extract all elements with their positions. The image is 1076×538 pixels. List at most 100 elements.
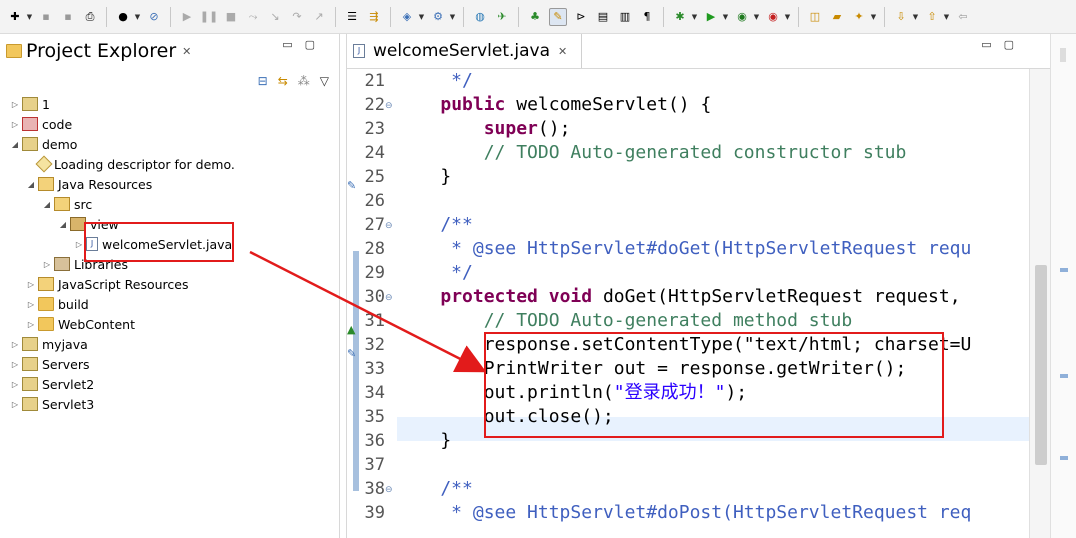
expanded-arrow-icon[interactable]: ◢ (10, 140, 20, 149)
open-type-icon[interactable]: ◫ (807, 9, 823, 25)
new-class-icon[interactable]: ⚙ (430, 9, 446, 25)
tree-item-1[interactable]: ▷ 1 (10, 94, 50, 114)
previous-annotation-icon[interactable]: ⇧ (924, 9, 940, 25)
tree-item-build[interactable]: ▷ build (26, 294, 89, 314)
print-icon[interactable]: ⎙ (82, 9, 98, 25)
collapsed-arrow-icon[interactable]: ▷ (10, 400, 20, 409)
code-line[interactable]: super(); (397, 117, 571, 141)
code-line[interactable]: */ (397, 261, 473, 285)
tree-item-demo[interactable]: ◢ demo (10, 134, 78, 154)
link-with-editor-icon[interactable]: ⇆ (278, 74, 288, 88)
new-dropdown-icon[interactable]: ▼ (26, 9, 33, 25)
block-selection-icon[interactable]: ▤ (595, 9, 611, 25)
tree-item-servers[interactable]: ▷ Servers (10, 354, 90, 374)
maximize-icon[interactable]: ▢ (1004, 38, 1026, 51)
code-line[interactable]: */ (397, 69, 473, 93)
disconnect-icon[interactable]: ⤳ (245, 9, 261, 25)
run-dropdown-icon[interactable]: ▼ (722, 9, 729, 25)
debug-dropdown-icon[interactable]: ▼ (691, 9, 698, 25)
new-project-dropdown-icon[interactable]: ▼ (418, 9, 425, 25)
step-over-icon[interactable]: ↷ (289, 9, 305, 25)
profile-dropdown-icon[interactable]: ▼ (134, 9, 141, 25)
coverage-dropdown-icon[interactable]: ▼ (753, 9, 760, 25)
open-task-icon[interactable]: ☰ (344, 9, 360, 25)
code-line[interactable]: /** (397, 477, 473, 501)
tree-item-code[interactable]: ▷ code (10, 114, 72, 134)
close-icon[interactable]: ✕ (558, 45, 567, 58)
back-icon[interactable]: ⇦ (955, 9, 971, 25)
next-annotation-dropdown-icon[interactable]: ▼ (912, 9, 919, 25)
run-icon[interactable]: ▶ (703, 9, 719, 25)
code-line[interactable]: /** (397, 213, 473, 237)
expanded-arrow-icon[interactable]: ◢ (26, 180, 36, 189)
fold-toggle-icon[interactable]: ⊖ (385, 485, 393, 495)
skip-breakpoints-icon[interactable]: ⊘ (146, 9, 162, 25)
overview-mark[interactable] (1060, 268, 1068, 272)
run-on-server-icon[interactable]: ✈ (494, 9, 510, 25)
terminate-icon[interactable]: ■ (223, 9, 239, 25)
code-line[interactable]: public welcomeServlet() { (397, 93, 711, 117)
mark-occurrences-icon[interactable]: ⊳ (573, 9, 589, 25)
overview-ruler[interactable] (1050, 34, 1076, 538)
next-annotation-icon[interactable]: ⇩ (893, 9, 909, 25)
tree-item-myjava[interactable]: ▷ myjava (10, 334, 88, 354)
collapse-all-icon[interactable]: ⊟ (258, 74, 268, 88)
tree-item-servlet3[interactable]: ▷ Servlet3 (10, 394, 94, 414)
globe-icon[interactable]: ◍ (472, 9, 488, 25)
code-line[interactable]: } (397, 429, 451, 453)
collapsed-arrow-icon[interactable]: ▷ (42, 260, 52, 269)
step-into-icon[interactable]: ↘ (267, 9, 283, 25)
new-project-icon[interactable]: ◈ (399, 9, 415, 25)
new-class-dropdown-icon[interactable]: ▼ (449, 9, 456, 25)
maximize-icon[interactable]: ▢ (305, 38, 327, 51)
fold-toggle-icon[interactable]: ⊖ (385, 101, 393, 111)
profile-icon[interactable]: ● (115, 9, 131, 25)
tree-item-webcontent[interactable]: ▷ WebContent (26, 314, 135, 334)
outline-tab-icon[interactable] (1060, 48, 1066, 62)
code-line[interactable]: // TODO Auto-generated constructor stub (397, 141, 907, 165)
deploy-icon[interactable]: ⇶ (366, 9, 382, 25)
expanded-arrow-icon[interactable]: ◢ (58, 220, 68, 229)
overview-mark[interactable] (1060, 374, 1068, 378)
coverage-icon[interactable]: ◉ (734, 9, 750, 25)
collapsed-arrow-icon[interactable]: ▷ (10, 120, 20, 129)
code-line[interactable]: * @see HttpServlet#doPost(HttpServletReq… (397, 501, 971, 525)
word-wrap-icon[interactable]: ▥ (617, 9, 633, 25)
resume-icon[interactable]: ▶ (179, 9, 195, 25)
code-line[interactable]: * @see HttpServlet#doGet(HttpServletRequ… (397, 237, 971, 261)
scrollbar-thumb[interactable] (1035, 265, 1047, 465)
search-dropdown-icon[interactable]: ▼ (870, 9, 877, 25)
step-return-icon[interactable]: ↗ (311, 9, 327, 25)
open-folder-icon[interactable]: ▰ (829, 9, 845, 25)
external-tools-dropdown-icon[interactable]: ▼ (784, 9, 791, 25)
collapsed-arrow-icon[interactable]: ▷ (74, 240, 84, 249)
show-whitespace-icon[interactable]: ¶ (639, 9, 655, 25)
code-line[interactable]: // TODO Auto-generated method stub (397, 309, 852, 333)
search-icon[interactable]: ✦ (851, 9, 867, 25)
collapsed-arrow-icon[interactable]: ▷ (10, 100, 20, 109)
external-tools-icon[interactable]: ◉ (765, 9, 781, 25)
previous-annotation-dropdown-icon[interactable]: ▼ (943, 9, 950, 25)
view-menu-icon[interactable]: ▽ (320, 74, 329, 88)
suspend-icon[interactable]: ❚❚ (200, 9, 218, 25)
tree-item-servlet2[interactable]: ▷ Servlet2 (10, 374, 94, 394)
code-area[interactable]: ✎ ▲ ✎ 21 */22 ⊖ public welcomeServlet() {… (347, 68, 1051, 538)
tree-item-loading-descriptor[interactable]: Loading descriptor for demo. (35, 154, 235, 174)
debug-icon[interactable]: ✱ (672, 9, 688, 25)
new-icon[interactable]: ✚ (7, 9, 23, 25)
save-all-icon[interactable]: ▪ (60, 9, 76, 25)
close-icon[interactable]: ✕ (182, 45, 191, 58)
save-icon[interactable]: ▪ (38, 9, 54, 25)
vertical-scrollbar[interactable] (1029, 69, 1051, 538)
code-line[interactable]: protected void doGet(HttpServletRequest … (397, 285, 960, 309)
filter-icon[interactable]: ⁂ (298, 74, 310, 88)
fold-toggle-icon[interactable]: ⊖ (385, 221, 393, 231)
project-explorer-tab[interactable]: Project Explorer ✕ (0, 34, 200, 68)
collapsed-arrow-icon[interactable]: ▷ (26, 320, 36, 329)
collapsed-arrow-icon[interactable]: ▷ (26, 280, 36, 289)
collapsed-arrow-icon[interactable]: ▷ (10, 340, 20, 349)
collapsed-arrow-icon[interactable]: ▷ (10, 360, 20, 369)
highlight-icon[interactable]: ✎ (549, 7, 567, 26)
fold-toggle-icon[interactable]: ⊖ (385, 293, 393, 303)
editor-tab-welcomeservlet[interactable]: J welcomeServlet.java ✕ (347, 34, 582, 68)
